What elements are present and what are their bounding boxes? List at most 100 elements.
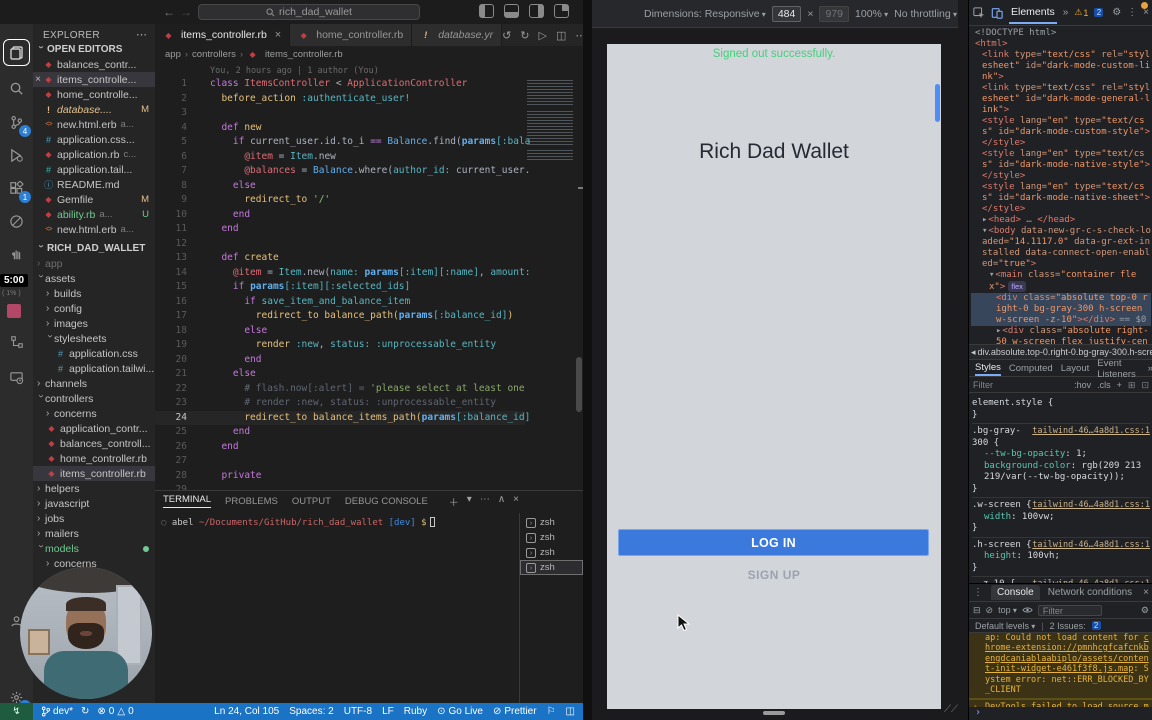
console-settings-icon[interactable]: ⚙ bbox=[1141, 605, 1149, 616]
expand-arrow-icon[interactable]: ▸ bbox=[996, 326, 1001, 336]
devtools-settings-icon[interactable]: ⚙ bbox=[1112, 7, 1121, 18]
expand-arrow-icon[interactable]: ▾ bbox=[989, 270, 994, 280]
explorer-icon[interactable] bbox=[0, 38, 33, 68]
code-line[interactable]: 5 if current_user.id.to_i == Balance.fin… bbox=[155, 135, 530, 150]
tree-item[interactable]: # application.tailwi... bbox=[33, 361, 155, 376]
status-utf-8[interactable]: UTF-8 bbox=[344, 706, 372, 717]
page-scrollbar[interactable] bbox=[935, 84, 940, 122]
code-area[interactable]: You, 2 hours ago | 1 author (You) 1 class… bbox=[155, 62, 583, 490]
code-line[interactable]: 17 redirect_to balance_path(params[:bala… bbox=[155, 309, 525, 324]
command-search-input[interactable]: rich_dad_wallet bbox=[198, 4, 420, 20]
tree-item[interactable]: › javascript bbox=[33, 496, 155, 511]
open-editors-header[interactable]: › OPEN EDITORS bbox=[33, 42, 155, 57]
close-icon[interactable]: × bbox=[33, 74, 43, 85]
source-control-icon[interactable]: 4 bbox=[0, 107, 33, 137]
code-line[interactable]: 19 render :new, status: :unprocessable_e… bbox=[155, 338, 525, 353]
css-rule[interactable]: tailwind-46…4a8d1.css:1 .w-screen {width:… bbox=[972, 498, 1150, 538]
tree-item[interactable]: ◆ balances_controll... bbox=[33, 436, 155, 451]
open-editor-item[interactable]: ⓘ README.md bbox=[33, 177, 155, 192]
dom-node[interactable]: ▸<head> … </head> bbox=[971, 215, 1151, 226]
status-ruby[interactable]: Ruby bbox=[404, 706, 427, 717]
terminal-dropdown-icon[interactable]: ▾ bbox=[467, 494, 472, 509]
device-mode-icon[interactable] bbox=[991, 7, 1003, 19]
throttling-dropdown[interactable]: No throttling bbox=[894, 8, 957, 20]
viewport-height-input[interactable]: 979 bbox=[819, 5, 850, 22]
code-line[interactable]: 12 bbox=[155, 237, 525, 252]
crumb-left-icon[interactable]: ◂ bbox=[971, 347, 976, 358]
terminal-tab-output[interactable]: OUTPUT bbox=[292, 496, 331, 507]
git-branch-item[interactable]: dev* bbox=[41, 706, 73, 717]
terminal-instance[interactable]: › zsh bbox=[520, 515, 583, 530]
tree-item[interactable]: › controllers bbox=[33, 391, 155, 406]
viewport-resize-handle[interactable]: ⟋⟋ bbox=[944, 704, 958, 715]
explorer-more-icon[interactable]: ⋯ bbox=[136, 28, 147, 41]
console-messages[interactable]: ⚠DevTools failed to load source map: Cou… bbox=[969, 633, 1152, 707]
extensions-icon[interactable]: 1 bbox=[0, 173, 33, 203]
terminal-tab-terminal[interactable]: TERMINAL bbox=[163, 494, 212, 508]
dom-node[interactable]: <html> bbox=[971, 39, 1151, 50]
styles-tab-styles[interactable]: Styles bbox=[975, 362, 1001, 376]
devtools-close-icon[interactable]: × bbox=[1143, 7, 1149, 18]
open-editor-item[interactable]: ◆ Gemfile M bbox=[33, 192, 155, 207]
open-editor-item[interactable]: ◆ ability.rb a... U bbox=[33, 207, 155, 222]
dimensions-dropdown[interactable]: Dimensions: Responsive bbox=[644, 8, 766, 20]
dom-node[interactable]: <link type="text/css" rel="stylesheet" i… bbox=[971, 83, 1151, 116]
console-filter-input[interactable]: Filter bbox=[1037, 604, 1102, 616]
code-line[interactable]: 28 private bbox=[155, 469, 525, 484]
styles-tab-computed[interactable]: Computed bbox=[1009, 363, 1053, 374]
issues-count-badge[interactable]: 2 bbox=[1094, 8, 1104, 17]
split-editor-icon[interactable]: ◫ bbox=[556, 29, 566, 42]
terminal-tab-problems[interactable]: PROBLEMS bbox=[225, 496, 278, 507]
css-declaration[interactable]: width: 100vw; bbox=[972, 512, 1150, 524]
styles-tab-layout[interactable]: Layout bbox=[1061, 363, 1090, 374]
editor-tab[interactable]: ! database.yr bbox=[412, 24, 503, 46]
code-line[interactable]: 22 # flash.now[:alert] = 'please select … bbox=[155, 382, 525, 397]
tree-item[interactable]: # application.css bbox=[33, 346, 155, 361]
drawer-menu-icon[interactable]: ⋮ bbox=[973, 587, 983, 598]
css-rule[interactable]: element.style {} bbox=[972, 396, 1150, 424]
toggle-sidebar-icon[interactable] bbox=[479, 4, 494, 18]
eye-icon[interactable] bbox=[1022, 606, 1033, 614]
timeline-back-icon[interactable]: ↺ bbox=[502, 29, 511, 42]
remote-indicator[interactable]: ↯ bbox=[0, 703, 33, 720]
feedback-icon[interactable]: ⚐ bbox=[547, 706, 556, 717]
timeline-forward-icon[interactable]: ↻ bbox=[520, 29, 529, 42]
editor-scrollbar[interactable] bbox=[576, 357, 582, 412]
styles-filter-input[interactable]: Filter bbox=[973, 380, 993, 390]
customize-layout-icon[interactable] bbox=[554, 4, 569, 18]
css-rule[interactable]: tailwind-46…4a8d1.css:1 .bg-gray-300 {--t… bbox=[972, 424, 1150, 498]
issues-chip[interactable]: 2 bbox=[1091, 621, 1101, 630]
tree-item[interactable]: › assets bbox=[33, 271, 155, 286]
open-editor-item[interactable]: # application.css... bbox=[33, 132, 155, 147]
code-line[interactable]: 24 redirect_to balance_items_path(params… bbox=[155, 410, 530, 425]
tree-item[interactable]: › helpers bbox=[33, 481, 155, 496]
status-spaces-2[interactable]: Spaces: 2 bbox=[289, 706, 333, 717]
console-warning[interactable]: ⚠DevTools failed to load source map: Cou… bbox=[969, 698, 1152, 707]
code-line[interactable]: 8 else bbox=[155, 179, 525, 194]
code-line[interactable]: 15 if params[:item][:selected_ids] bbox=[155, 280, 525, 295]
stylesheet-link[interactable]: tailwind-46…4a8d1.css:1 bbox=[1032, 500, 1150, 512]
code-line[interactable]: 10 end bbox=[155, 208, 525, 223]
tree-item[interactable]: › mailers bbox=[33, 526, 155, 541]
run-file-icon[interactable]: ▷ bbox=[539, 29, 547, 42]
stylesheet-link[interactable]: tailwind-46…4a8d1.css:1 bbox=[1032, 540, 1150, 552]
code-line[interactable]: 29 bbox=[155, 483, 525, 490]
code-line[interactable]: 2 before_action :authenticate_user! bbox=[155, 92, 525, 107]
terminal-tab-debug-console[interactable]: DEBUG CONSOLE bbox=[345, 496, 428, 507]
zoom-dropdown[interactable]: 100% bbox=[855, 8, 888, 20]
new-terminal-icon[interactable]: ＋ bbox=[449, 494, 459, 509]
code-line[interactable]: 13 def create bbox=[155, 251, 525, 266]
editor-tab[interactable]: ◆ home_controller.rb bbox=[290, 24, 413, 46]
tree-item[interactable]: ◆ application_contr... bbox=[33, 421, 155, 436]
warning-count-badge[interactable]: ⚠ 1 bbox=[1074, 7, 1088, 18]
css-declaration[interactable]: background-color: rgb(209 213 219/var(--… bbox=[972, 461, 1150, 484]
open-editor-item[interactable]: # application.tail... bbox=[33, 162, 155, 177]
code-line[interactable]: 14 @item = Item.new(name: params[:item][… bbox=[155, 266, 531, 281]
code-line[interactable]: 7 @balances = Balance.where(author_id: c… bbox=[155, 164, 530, 179]
sync-item[interactable]: ↻ bbox=[81, 706, 89, 717]
styles-tab-event-listeners[interactable]: Event Listeners bbox=[1097, 358, 1139, 380]
dom-node[interactable]: ▸<div class="absolute right-50 w-screen … bbox=[971, 326, 1151, 344]
code-line[interactable]: 11 end bbox=[155, 222, 525, 237]
terminal-instance[interactable]: › zsh bbox=[520, 560, 583, 575]
context-selector[interactable]: top bbox=[998, 605, 1017, 615]
